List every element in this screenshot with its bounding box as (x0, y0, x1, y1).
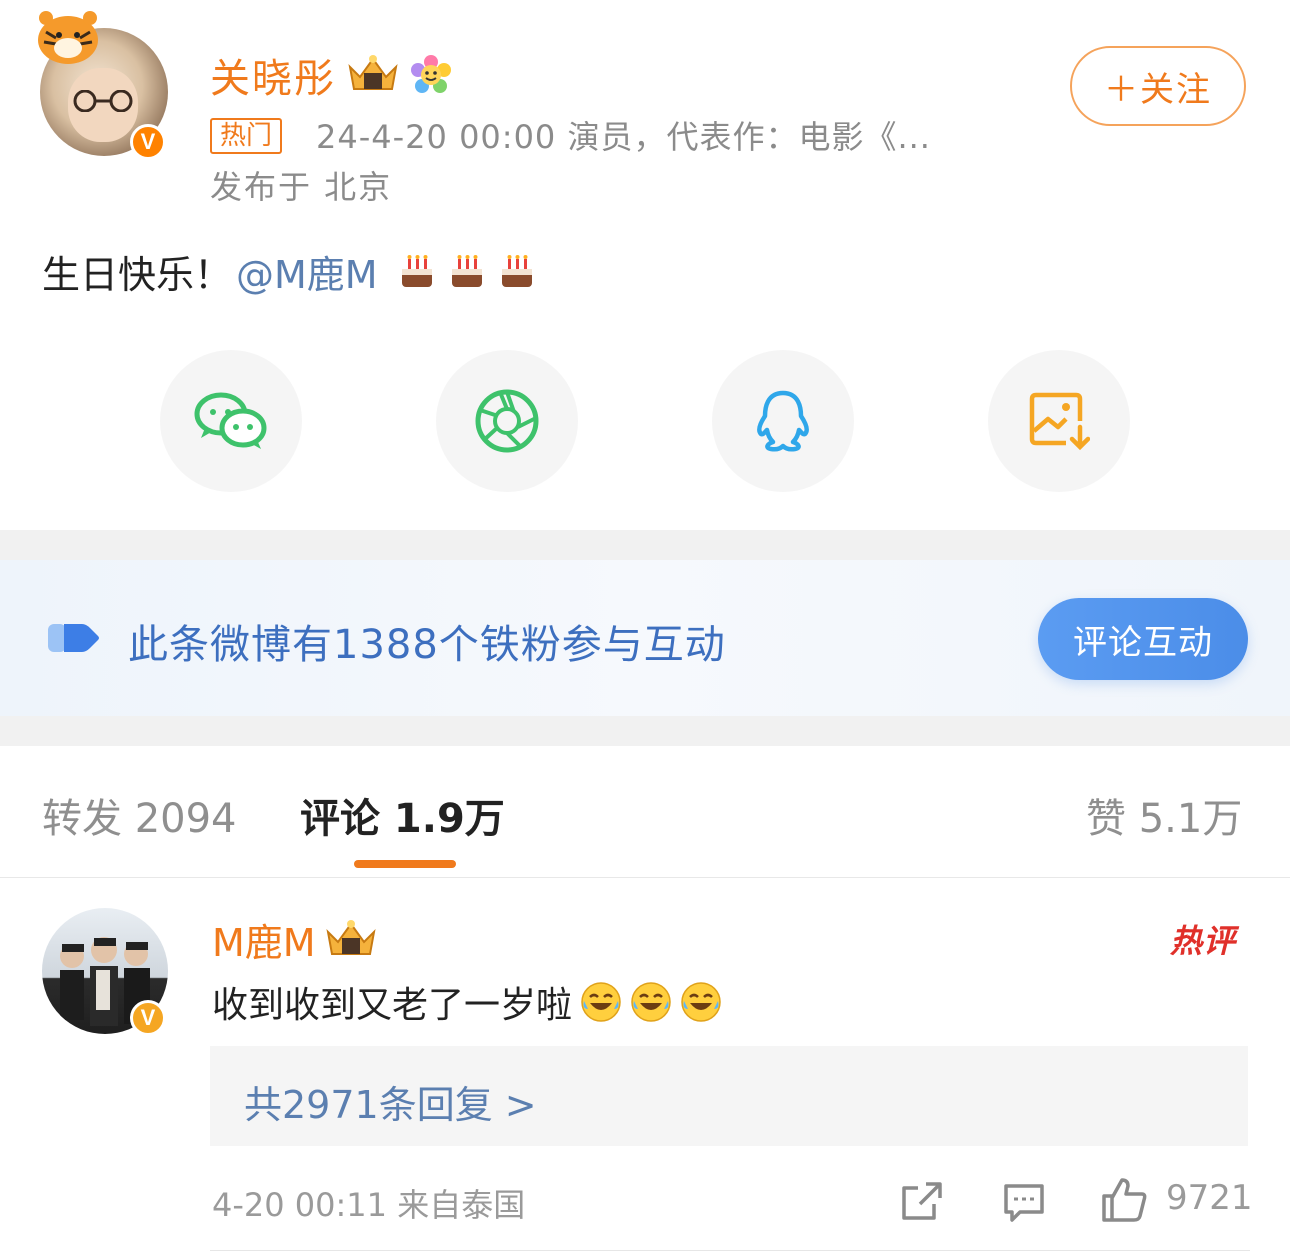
moments-icon (475, 389, 539, 453)
reply-comment-icon[interactable] (1002, 1180, 1046, 1224)
tab-repost[interactable]: 转发 2094 (42, 786, 237, 844)
post-meta: 24-4-20 00:00 演员，代表作：电影《... (316, 118, 931, 156)
fan-banner-text: 此条微博有1388个铁粉参与互动 (128, 622, 726, 668)
verified-badge-icon: V (130, 124, 166, 160)
laugh-cry-emoji (631, 982, 671, 1022)
save-image-button[interactable] (988, 350, 1130, 492)
post-text: 生日快乐！ (42, 253, 233, 297)
share-wechat-button[interactable] (160, 350, 302, 492)
comment-interact-button[interactable]: 评论互动 (1038, 598, 1248, 680)
save-image-icon (1029, 392, 1090, 451)
view-replies-link[interactable]: 共2971条回复 > (244, 1074, 537, 1129)
commenter-name[interactable]: M鹿M (212, 912, 378, 967)
tabs-divider (0, 877, 1290, 878)
cake-emoji (401, 254, 432, 287)
author-name-text: 关晓彤 (210, 56, 336, 102)
crown-badge-icon (326, 919, 376, 955)
cake-emoji (451, 254, 482, 287)
laugh-cry-emoji (581, 982, 621, 1022)
flower-badge-icon (411, 55, 451, 93)
post-location: 发布于 北京 (210, 168, 393, 206)
comment-like-count: 9721 (1166, 1178, 1253, 1218)
section-divider (0, 530, 1290, 560)
comment-bottom-divider (210, 1250, 1250, 1251)
share-qq-button[interactable] (712, 350, 854, 492)
post-body: 生日快乐！ @M鹿M (42, 244, 538, 299)
fan-interaction-icon (48, 624, 99, 652)
post-mention-link[interactable]: @M鹿M (236, 244, 378, 299)
tab-comment[interactable]: 评论 1.9万 (300, 786, 505, 844)
follow-button[interactable]: ＋关注 (1070, 46, 1246, 126)
share-comment-icon[interactable] (900, 1180, 944, 1224)
hot-tag: 热门 (210, 118, 283, 154)
commenter-name-text: M鹿M (212, 921, 316, 965)
comment-meta: 4-20 00:11 来自泰国 (212, 1186, 526, 1224)
verified-badge-icon: V (130, 1000, 166, 1036)
avatar-glasses (73, 90, 133, 112)
tiger-avatar-frame-icon (38, 11, 98, 64)
laugh-cry-emoji (681, 982, 721, 1022)
active-tab-indicator (354, 860, 456, 868)
comment-text: 收到收到又老了一岁啦 (212, 985, 573, 1026)
cake-emoji (501, 254, 532, 287)
like-comment-icon[interactable] (1100, 1176, 1148, 1224)
hot-comment-badge: 热评 (1170, 922, 1237, 960)
section-divider (0, 716, 1290, 746)
comment-body: 收到收到又老了一岁啦 (212, 976, 722, 1028)
qq-icon (757, 390, 809, 452)
tab-like[interactable]: 赞 5.1万 (1086, 786, 1242, 844)
author-name[interactable]: 关晓彤 (210, 46, 452, 104)
wechat-icon (194, 392, 267, 449)
crown-badge-icon (348, 55, 398, 90)
share-moments-button[interactable] (436, 350, 578, 492)
